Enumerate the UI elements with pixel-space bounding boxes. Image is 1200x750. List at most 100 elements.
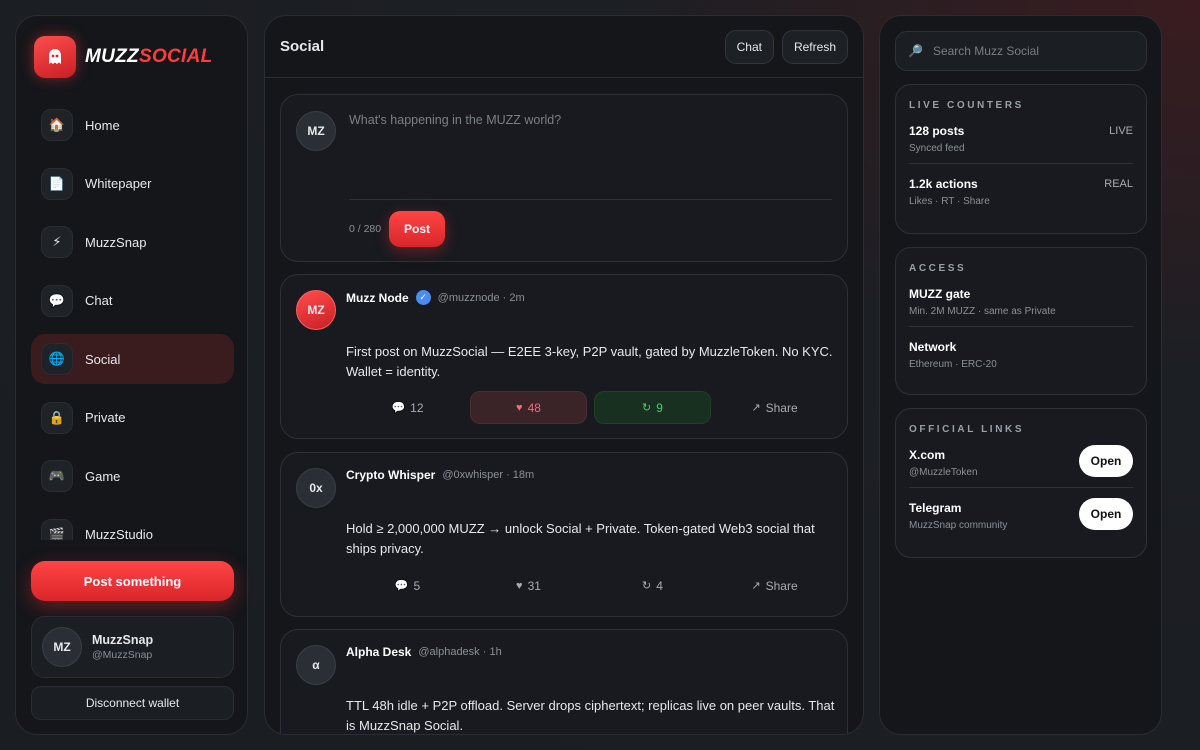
avatar[interactable]: α [296, 645, 336, 685]
chat-button[interactable]: Chat [724, 29, 774, 64]
like-count: 48 [527, 400, 541, 415]
like-button[interactable]: ♥ 31 [470, 569, 587, 602]
home-icon: 🏠 [41, 109, 73, 141]
sidebar-nav: 🏠 Home 📄 Whitepaper ⚡ MuzzSnap 💬 Chat 🌐 … [31, 100, 234, 540]
access-row: MUZZ gate Min. 2M MUZZ · same as Private [909, 274, 1133, 327]
avatar[interactable]: 0x [296, 468, 336, 508]
heart-icon: ♥ [516, 401, 523, 414]
sidebar-item-chat[interactable]: 💬 Chat [31, 276, 234, 326]
brand-name: MUZZSOCIAL [85, 46, 213, 68]
link-row: X.com @MuzzleToken Open [909, 435, 1133, 488]
share-arrow-icon: ↗ [751, 580, 761, 592]
open-telegram-button[interactable]: Open [1079, 498, 1133, 530]
brand[interactable]: MUZZSOCIAL [34, 36, 213, 78]
disconnect-wallet-button[interactable]: Disconnect wallet [31, 686, 234, 720]
verified-badge-icon: ✓ [415, 290, 431, 305]
post-handle: @0xwhisper · 18m [442, 469, 535, 481]
link-row: Telegram MuzzSnap community Open [909, 488, 1133, 541]
counter-sub: Synced feed [909, 143, 965, 154]
user-handle: @MuzzSnap [92, 649, 153, 661]
counter-row: 1.2k actions Likes · RT · Share REAL [909, 164, 1133, 217]
comment-button[interactable]: 💬 5 [349, 569, 466, 602]
post-meta: Alpha Desk @alphadesk · 1h [346, 645, 502, 659]
ghost-icon [34, 36, 76, 78]
status-badge: REAL [1104, 178, 1133, 190]
divider [349, 199, 832, 200]
char-counter: 0 / 280 [349, 223, 382, 235]
access-card: ACCESS MUZZ gate Min. 2M MUZZ · same as … [895, 247, 1147, 395]
sidebar-item-social[interactable]: 🌐 Social [31, 334, 234, 384]
brand-name-part2: SOCIAL [138, 46, 213, 67]
post-button[interactable]: Post [389, 211, 445, 247]
share-label: Share [765, 578, 798, 593]
post-author[interactable]: Muzz Node [346, 291, 409, 305]
comment-count: 5 [413, 578, 421, 593]
search-bar[interactable]: 🔎 [895, 31, 1147, 71]
link-title: Telegram [909, 501, 962, 515]
page-title: Social [280, 38, 325, 55]
counter-value: 128 posts [909, 124, 965, 138]
composer: MZ 0 / 280 Post [280, 94, 848, 262]
sidebar: MUZZSOCIAL 🏠 Home 📄 Whitepaper ⚡ MuzzSna… [15, 15, 248, 735]
like-count: 31 [527, 578, 541, 593]
share-button[interactable]: ↗ Share [716, 391, 833, 424]
avatar: MZ [296, 111, 336, 151]
share-label: Share [765, 400, 798, 415]
access-title: MUZZ gate [909, 287, 971, 301]
open-x-button[interactable]: Open [1079, 445, 1133, 477]
sidebar-item-muzzstudio[interactable]: 🎬 MuzzStudio [31, 510, 234, 540]
avatar[interactable]: MZ [296, 290, 336, 330]
like-button[interactable]: ♥ 48 [470, 391, 587, 424]
user-card[interactable]: MZ MuzzSnap @MuzzSnap [31, 616, 234, 678]
counter-row: 128 posts Synced feed LIVE [909, 111, 1133, 164]
sidebar-item-label: Home [85, 117, 120, 133]
link-sub: MuzzSnap community [909, 520, 1008, 531]
post-author[interactable]: Crypto Whisper [346, 468, 435, 482]
repost-icon: ↻ [642, 402, 652, 414]
header-actions: Chat Refresh [724, 29, 848, 64]
user-info: MuzzSnap @MuzzSnap [92, 633, 153, 661]
post-handle: @muzznode · 2m [437, 291, 525, 304]
access-row: Network Ethereum · ERC-20 [909, 327, 1133, 380]
card-title: OFFICIAL LINKS [909, 424, 1025, 435]
post-author[interactable]: Alpha Desk [346, 645, 411, 659]
card-title: LIVE COUNTERS [909, 100, 1024, 111]
sidebar-item-label: Private [85, 410, 126, 425]
refresh-button[interactable]: Refresh [781, 29, 848, 64]
post-text: First post on MuzzSocial — E2EE 3-key, P… [346, 344, 833, 379]
access-sub: Ethereum · ERC-20 [909, 359, 997, 370]
comment-button[interactable]: 💬 12 [349, 391, 466, 424]
feed-post: 0x Crypto Whisper @0xwhisper · 18m Hold … [280, 452, 848, 617]
post-something-button[interactable]: Post something [31, 561, 234, 601]
main-header: Social Chat Refresh [265, 16, 863, 78]
counter-value: 1.2k actions [909, 177, 978, 191]
access-sub: Min. 2M MUZZ · same as Private [909, 306, 1056, 317]
comment-icon: 💬 [394, 580, 409, 592]
compose-input[interactable] [349, 113, 829, 193]
repost-icon: ↻ [642, 580, 652, 592]
sidebar-item-game[interactable]: 🎮 Game [31, 451, 234, 501]
counter-sub: Likes · RT · Share [909, 196, 990, 207]
comment-count: 12 [410, 400, 424, 415]
share-button[interactable]: ↗ Share [716, 569, 833, 602]
repost-button[interactable]: ↻ 9 [594, 391, 711, 424]
sidebar-item-whitepaper[interactable]: 📄 Whitepaper [31, 159, 234, 209]
repost-count: 9 [656, 400, 663, 415]
link-title: X.com [909, 448, 946, 462]
post-text: TTL 48h idle + P2P offload. Server drops… [346, 698, 835, 733]
sidebar-item-private[interactable]: 🔒 Private [31, 393, 234, 443]
document-icon: 📄 [41, 167, 73, 200]
brand-name-part1: MUZZ [85, 46, 139, 67]
feed-post: α Alpha Desk @alphadesk · 1h TTL 48h idl… [280, 629, 848, 734]
sidebar-item-muzzsnap[interactable]: ⚡ MuzzSnap [31, 217, 234, 267]
lock-icon: 🔒 [41, 401, 73, 434]
search-input[interactable] [932, 44, 1133, 58]
post-actions: 💬 5 ♥ 31 ↻ 4 ↗ Share [349, 569, 833, 602]
globe-icon: 🌐 [41, 343, 73, 375]
heart-icon: ♥ [516, 579, 523, 592]
post-handle: @alphadesk · 1h [418, 646, 502, 658]
post-meta: Crypto Whisper @0xwhisper · 18m [346, 468, 534, 482]
repost-button[interactable]: ↻ 4 [594, 569, 711, 602]
sidebar-item-home[interactable]: 🏠 Home [31, 100, 234, 150]
access-title: Network [909, 340, 957, 354]
